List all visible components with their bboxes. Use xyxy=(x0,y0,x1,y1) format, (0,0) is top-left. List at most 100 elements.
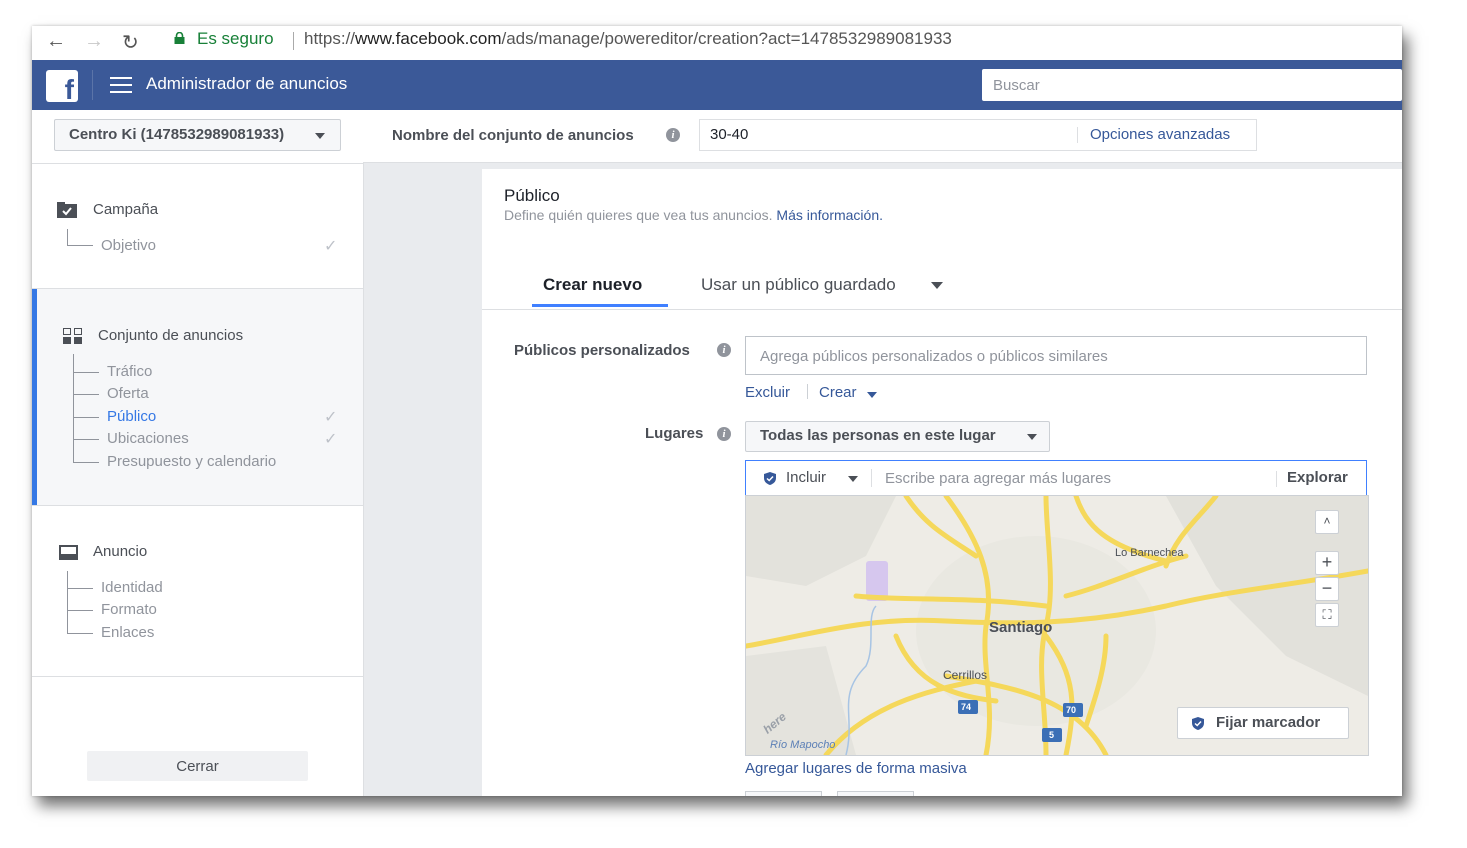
adset-name-label: Nombre del conjunto de anuncios xyxy=(392,127,634,144)
ad-monitor-icon xyxy=(59,545,78,560)
reload-icon[interactable]: ↻ xyxy=(122,30,139,55)
logo-letter: f xyxy=(64,74,74,105)
bulk-places-link[interactable]: Agregar lugares de forma masiva xyxy=(745,760,967,777)
sidebar-divider xyxy=(32,676,363,677)
tree-line xyxy=(73,354,74,462)
close-button[interactable]: Cerrar xyxy=(87,751,308,781)
account-selector-label: Centro Ki (1478532989081933) xyxy=(69,126,285,143)
zoom-out-button[interactable]: − xyxy=(1315,577,1339,601)
search-placeholder: Buscar xyxy=(993,77,1040,94)
partial-button[interactable] xyxy=(745,791,822,796)
active-tab-underline xyxy=(532,304,668,307)
info-icon[interactable]: i xyxy=(717,427,731,441)
sidebar-item-enlaces[interactable]: Enlaces xyxy=(101,624,154,641)
sidebar-active-indicator xyxy=(32,289,37,505)
tree-branch xyxy=(73,394,99,395)
sidebar-item-identidad[interactable]: Identidad xyxy=(101,579,163,596)
tree-branch xyxy=(67,610,93,611)
places-search-box: Incluir Escribe para agregar más lugares… xyxy=(745,460,1367,496)
account-selector[interactable]: Centro Ki (1478532989081933) xyxy=(54,119,341,151)
checkmark-icon: ✓ xyxy=(324,431,338,448)
adset-name-value: 30-40 xyxy=(710,126,749,143)
sidebar-adset-title[interactable]: Conjunto de anuncios xyxy=(98,327,243,344)
campaign-folder-icon xyxy=(57,202,77,218)
route-shield-74: 74 xyxy=(961,702,972,712)
chevron-down-icon xyxy=(848,476,858,482)
custom-audiences-label: Públicos personalizados xyxy=(514,342,690,359)
sidebar-item-trafico[interactable]: Tráfico xyxy=(107,363,152,380)
fullscreen-icon[interactable]: ⛶ xyxy=(1315,603,1339,627)
sidebar-campaign-title[interactable]: Campaña xyxy=(93,201,158,218)
advanced-options-link[interactable]: Opciones avanzadas xyxy=(1090,126,1230,143)
link-separator xyxy=(807,384,808,399)
custom-audiences-placeholder: Agrega públicos personalizados o público… xyxy=(760,348,1108,365)
tree-line xyxy=(67,571,68,633)
sidebar-item-objetivo[interactable]: Objetivo xyxy=(101,237,156,254)
places-dropdown[interactable]: Todas las personas en este lugar xyxy=(745,421,1050,452)
facebook-logo-icon[interactable]: f xyxy=(46,70,78,105)
sidebar-divider xyxy=(32,505,363,506)
url-separator xyxy=(293,32,294,50)
custom-audiences-input[interactable]: Agrega públicos personalizados o público… xyxy=(745,336,1367,375)
places-input[interactable]: Escribe para agregar más lugares xyxy=(885,470,1111,487)
tree-branch xyxy=(73,439,99,440)
sidebar-active-section-bg xyxy=(32,289,363,505)
sidebar-item-publico[interactable]: Público xyxy=(107,408,156,425)
adset-row-divider xyxy=(363,162,1402,163)
search-input[interactable]: Buscar xyxy=(982,69,1402,101)
sidebar-divider xyxy=(32,288,363,289)
tabs-divider xyxy=(482,309,1402,310)
sidebar-item-formato[interactable]: Formato xyxy=(101,601,157,618)
sidebar-main-divider xyxy=(363,110,364,796)
partial-button[interactable] xyxy=(837,791,914,796)
chevron-down-icon xyxy=(867,392,877,398)
tree-branch xyxy=(73,372,99,373)
tree-branch xyxy=(67,633,93,634)
tree-branch xyxy=(67,588,93,589)
map-label-rio: Río Mapocho xyxy=(770,739,836,751)
shield-check-icon xyxy=(764,472,776,485)
tree-branch xyxy=(73,417,99,418)
sidebar-item-ubicaciones[interactable]: Ubicaciones xyxy=(107,430,189,447)
browser-toolbar: ← → ↻ Es seguro https://www.facebook.com… xyxy=(32,26,1402,60)
create-link[interactable]: Crear xyxy=(819,384,857,401)
sidebar-item-oferta[interactable]: Oferta xyxy=(107,385,149,402)
include-dropdown[interactable]: Incluir xyxy=(786,469,826,486)
checkmark-icon: ✓ xyxy=(324,238,338,255)
exclude-link[interactable]: Excluir xyxy=(745,384,790,401)
back-arrow-icon[interactable]: ← xyxy=(46,30,66,53)
audience-title: Público xyxy=(504,186,560,205)
sidebar-ad-title[interactable]: Anuncio xyxy=(93,543,147,560)
zoom-in-button[interactable]: + xyxy=(1315,551,1339,575)
menu-icon[interactable] xyxy=(110,77,132,98)
map-label-cerrillos: Cerrillos xyxy=(943,668,988,682)
info-icon[interactable]: i xyxy=(717,343,731,357)
tab-saved-audience[interactable]: Usar un público guardado xyxy=(701,275,896,295)
address-bar[interactable]: https://www.facebook.com/ads/manage/powe… xyxy=(304,29,952,49)
url-path: /ads/manage/powereditor/creation?act=147… xyxy=(501,29,952,48)
url-host: www.facebook.com xyxy=(355,29,502,48)
tree-line xyxy=(67,229,68,245)
adset-name-input[interactable]: 30-40 Opciones avanzadas xyxy=(699,119,1257,151)
map-view[interactable]: Santiago Lo Barnechea Cerrillos Río Mapo… xyxy=(745,495,1369,756)
screenshot-frame: ← → ↻ Es seguro https://www.facebook.com… xyxy=(32,26,1402,796)
input-separator xyxy=(1276,471,1277,487)
chevron-down-icon xyxy=(931,282,943,289)
forward-arrow-icon[interactable]: → xyxy=(84,30,104,53)
tab-create-new[interactable]: Crear nuevo xyxy=(543,275,642,295)
lock-icon xyxy=(174,32,185,44)
places-dropdown-label: Todas las personas en este lugar xyxy=(760,427,996,444)
sidebar-item-presupuesto[interactable]: Presupuesto y calendario xyxy=(107,453,276,470)
chevron-down-icon xyxy=(1027,434,1037,440)
map-collapse-icon[interactable]: ˄ xyxy=(1315,510,1339,534)
header-divider xyxy=(92,70,93,100)
checkmark-icon: ✓ xyxy=(324,409,338,426)
secure-label: Es seguro xyxy=(197,29,274,48)
info-icon[interactable]: i xyxy=(666,128,680,142)
shield-check-icon xyxy=(1192,717,1204,730)
more-info-link[interactable]: Más información. xyxy=(776,207,883,223)
pin-marker-button[interactable]: Fijar marcador xyxy=(1177,707,1349,739)
input-separator xyxy=(1077,127,1078,143)
explore-button[interactable]: Explorar xyxy=(1287,469,1348,486)
adset-grid-icon xyxy=(63,328,82,344)
